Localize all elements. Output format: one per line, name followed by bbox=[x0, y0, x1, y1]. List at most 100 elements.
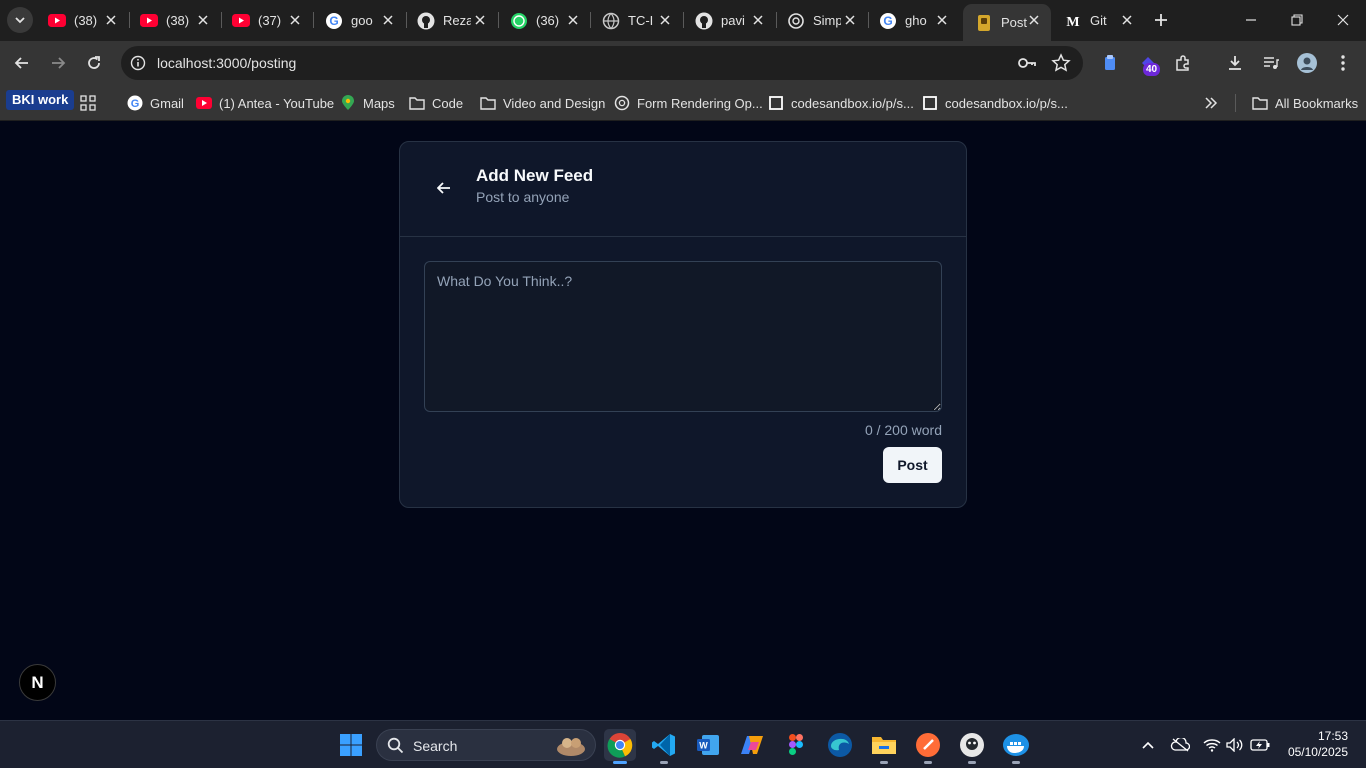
more-bookmarks-button[interactable] bbox=[1203, 92, 1226, 114]
media-control-button[interactable] bbox=[1258, 50, 1284, 76]
forward-button[interactable] bbox=[45, 50, 71, 76]
tab-title: TC-I bbox=[628, 13, 654, 28]
close-icon[interactable] bbox=[566, 13, 580, 27]
browser-tab[interactable]: (38) bbox=[128, 4, 220, 37]
taskbar-copilot[interactable] bbox=[736, 729, 768, 761]
bookmark-folder[interactable]: Video and Design bbox=[480, 92, 605, 114]
bookmark-label: Video and Design bbox=[503, 95, 606, 111]
bookmark-label: Gmail bbox=[150, 95, 184, 111]
bookmark-item[interactable]: Form Rendering Op... bbox=[614, 92, 763, 114]
taskbar-postman[interactable] bbox=[912, 729, 944, 764]
bookmark-item[interactable]: G Gmail bbox=[127, 92, 184, 114]
codesandbox-icon bbox=[768, 95, 784, 111]
workspace-label[interactable]: BKI work bbox=[6, 90, 75, 110]
browser-tab[interactable]: Reza bbox=[405, 4, 497, 37]
youtube-icon bbox=[140, 12, 158, 30]
new-tab-button[interactable] bbox=[1150, 9, 1172, 31]
media-queue-icon bbox=[1264, 57, 1279, 69]
tab-search-button[interactable] bbox=[7, 7, 33, 33]
extensions-button[interactable] bbox=[1170, 50, 1196, 76]
downloads-button[interactable] bbox=[1222, 50, 1248, 76]
browser-tab[interactable]: TC-I bbox=[590, 4, 682, 37]
tab-title: Post bbox=[1001, 15, 1028, 30]
bookmark-item[interactable]: (1) Antea - YouTube bbox=[196, 92, 334, 114]
chevron-double-right-icon bbox=[1203, 95, 1219, 111]
browser-tab[interactable]: (37) bbox=[220, 4, 312, 37]
search-label: Search bbox=[413, 738, 458, 754]
password-key-icon[interactable] bbox=[1017, 54, 1037, 72]
extension-clipboard-button[interactable] bbox=[1097, 50, 1123, 76]
close-icon[interactable] bbox=[658, 13, 672, 27]
apps-button[interactable] bbox=[80, 92, 103, 114]
onedrive-tray-button[interactable] bbox=[1170, 735, 1190, 755]
windows-logo-icon bbox=[340, 734, 362, 756]
nextjs-dev-indicator[interactable]: N bbox=[19, 664, 56, 701]
taskbar-clock[interactable]: 17:53 05/10/2025 bbox=[1288, 728, 1348, 760]
bookmark-label: Form Rendering Op... bbox=[637, 95, 763, 111]
page-subtitle: Post to anyone bbox=[476, 189, 570, 205]
bookmark-folder[interactable]: Code bbox=[409, 92, 463, 114]
wifi-tray-button[interactable] bbox=[1202, 735, 1222, 755]
taskbar-chrome[interactable] bbox=[604, 729, 636, 764]
back-arrow-button[interactable] bbox=[432, 176, 456, 200]
taskbar-figma[interactable] bbox=[780, 729, 812, 761]
close-icon[interactable] bbox=[196, 13, 210, 27]
close-icon[interactable] bbox=[1027, 13, 1041, 27]
start-button[interactable] bbox=[335, 729, 367, 761]
feed-textarea[interactable] bbox=[424, 261, 942, 412]
volume-tray-button[interactable] bbox=[1225, 735, 1245, 755]
close-icon[interactable] bbox=[843, 13, 857, 27]
back-button[interactable] bbox=[9, 50, 35, 76]
close-icon[interactable] bbox=[1120, 13, 1134, 27]
browser-tab[interactable]: pavi bbox=[683, 4, 775, 37]
browser-tab[interactable]: M Git bbox=[1052, 4, 1144, 37]
minimize-button[interactable] bbox=[1239, 8, 1263, 32]
bookmark-item[interactable]: codesandbox.io/p/s... bbox=[768, 92, 914, 114]
bookmark-item[interactable]: codesandbox.io/p/s... bbox=[922, 92, 1068, 114]
taskbar-file-explorer[interactable] bbox=[868, 729, 900, 764]
page-title: Add New Feed bbox=[476, 166, 594, 185]
chevron-down-icon bbox=[15, 17, 25, 24]
address-bar[interactable]: localhost:3000/posting bbox=[121, 46, 1083, 80]
close-window-button[interactable] bbox=[1331, 8, 1355, 32]
taskbar-edge[interactable] bbox=[824, 729, 856, 761]
taskbar-github-desktop[interactable] bbox=[956, 729, 988, 764]
profile-button[interactable] bbox=[1294, 50, 1320, 76]
close-icon[interactable] bbox=[935, 13, 949, 27]
post-button[interactable]: Post bbox=[883, 447, 942, 483]
battery-tray-button[interactable] bbox=[1250, 735, 1270, 755]
close-icon[interactable] bbox=[473, 13, 487, 27]
vscode-icon bbox=[652, 734, 675, 756]
close-icon[interactable] bbox=[751, 13, 765, 27]
google-icon: G bbox=[879, 12, 897, 30]
bookmark-star-icon[interactable] bbox=[1051, 53, 1071, 73]
all-bookmarks-button[interactable]: All Bookmarks bbox=[1252, 92, 1358, 114]
arrow-left-icon bbox=[437, 182, 450, 194]
close-icon[interactable] bbox=[288, 13, 302, 27]
arrow-right-icon bbox=[52, 57, 66, 69]
close-icon[interactable] bbox=[104, 13, 118, 27]
browser-menu-button[interactable] bbox=[1330, 50, 1356, 76]
profile-avatar-icon bbox=[1297, 53, 1317, 73]
restore-button[interactable] bbox=[1285, 8, 1309, 32]
tab-title: Reza bbox=[443, 13, 471, 28]
taskbar-search[interactable]: Search bbox=[376, 729, 596, 761]
close-icon bbox=[1337, 14, 1349, 26]
browser-tab-active[interactable]: Post bbox=[963, 4, 1051, 41]
browser-tab[interactable]: G goo bbox=[313, 4, 405, 37]
browser-tab[interactable]: Simp bbox=[775, 4, 867, 37]
taskbar-word[interactable]: W bbox=[692, 729, 724, 761]
show-hidden-icons-button[interactable] bbox=[1138, 735, 1158, 755]
app-icon bbox=[975, 14, 993, 32]
browser-tab[interactable]: G gho bbox=[867, 4, 959, 37]
taskbar-docker[interactable] bbox=[1000, 729, 1032, 764]
close-icon[interactable] bbox=[381, 13, 395, 27]
bookmark-item[interactable]: Maps bbox=[340, 92, 395, 114]
browser-tab[interactable]: (38) bbox=[36, 4, 128, 37]
site-info-icon[interactable] bbox=[129, 54, 147, 72]
url-text[interactable]: localhost:3000/posting bbox=[157, 55, 296, 71]
add-feed-card: Add New Feed Post to anyone 0 / 200 word… bbox=[399, 141, 967, 508]
reload-button[interactable] bbox=[81, 50, 107, 76]
browser-tab[interactable]: (36) bbox=[498, 4, 590, 37]
taskbar-vscode[interactable] bbox=[648, 729, 680, 764]
